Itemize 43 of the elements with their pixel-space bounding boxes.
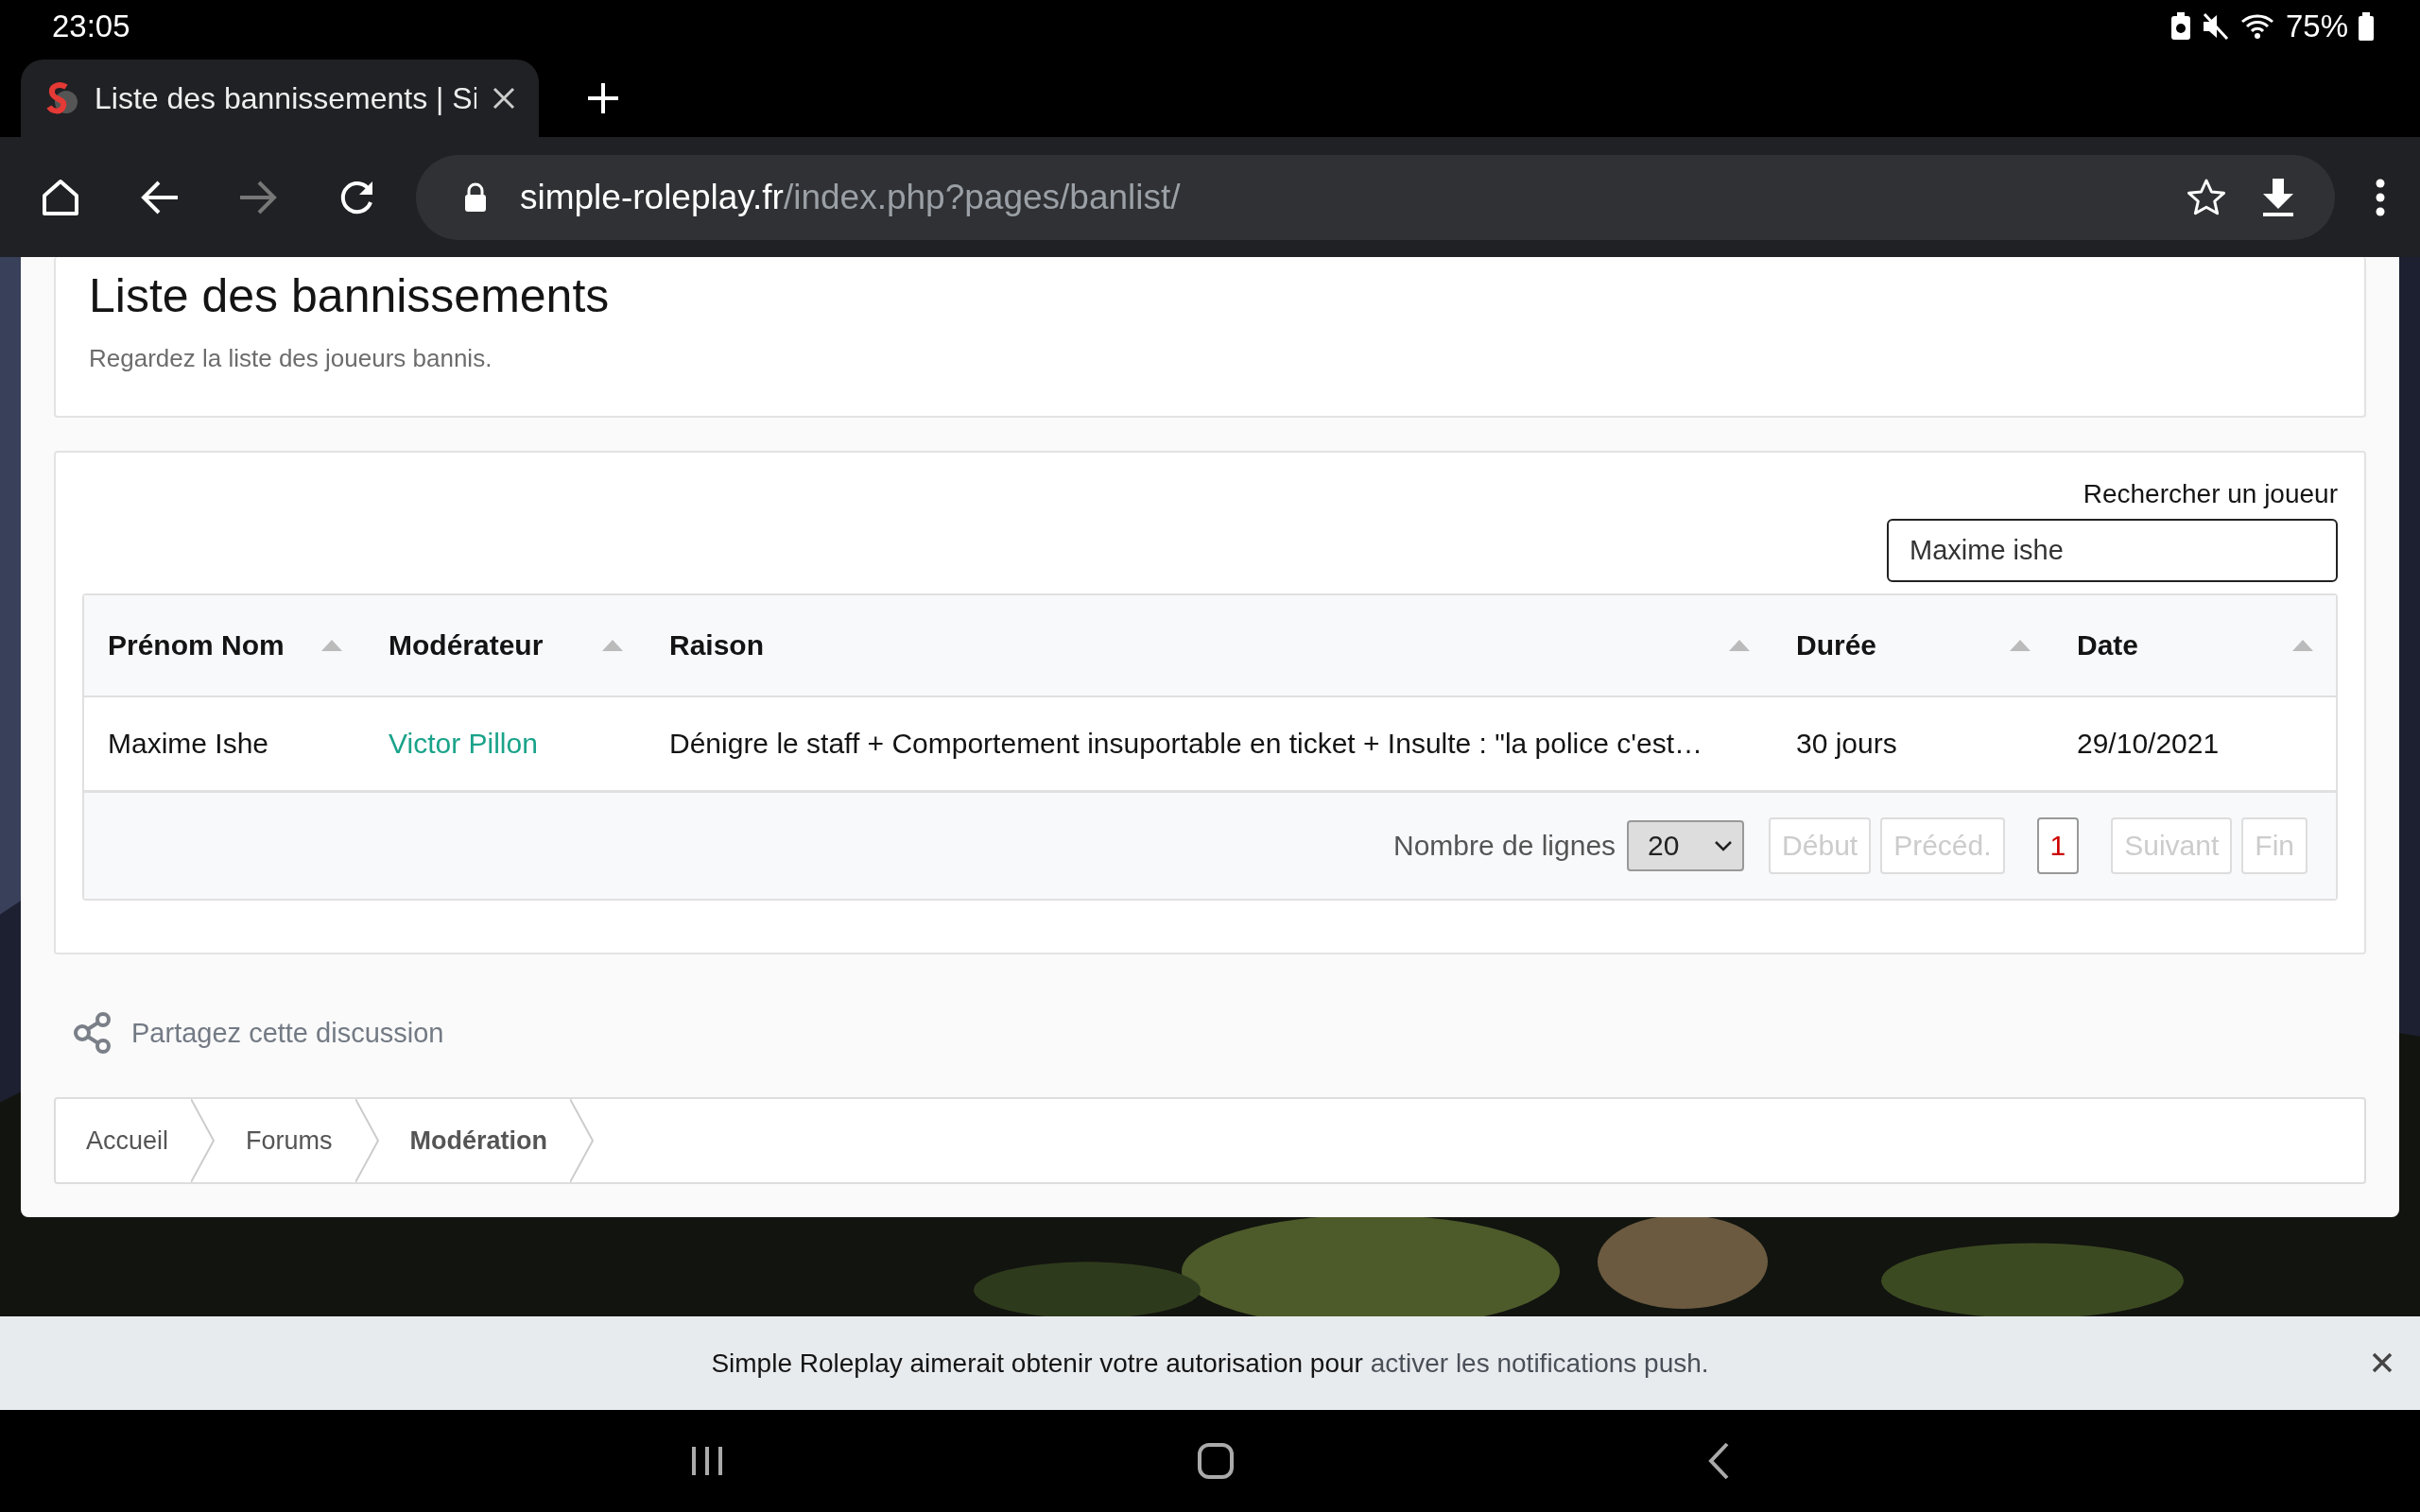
close-icon[interactable] bbox=[2371, 1351, 2394, 1374]
page-title: Liste des bannissements bbox=[89, 268, 611, 323]
new-tab-icon[interactable] bbox=[586, 81, 620, 115]
caret-icon bbox=[1714, 840, 1734, 851]
share-text[interactable]: Partagez cette discussion bbox=[131, 1017, 444, 1049]
rows-label: Nombre de lignes bbox=[1392, 830, 1616, 862]
back-icon[interactable] bbox=[1707, 1442, 1730, 1480]
column-header[interactable]: Date bbox=[2077, 629, 2139, 662]
menu-icon[interactable] bbox=[2375, 178, 2386, 216]
column-header[interactable]: Prénom Nom bbox=[108, 629, 285, 662]
battery-icon bbox=[2358, 11, 2375, 41]
rows-select[interactable]: 20 bbox=[1627, 820, 1745, 871]
url-text: simple-roleplay.fr/index.php?pages/banlist/ bbox=[520, 177, 1181, 217]
share-icon[interactable] bbox=[73, 1011, 112, 1055]
search-field[interactable]: Maxime ishe bbox=[1887, 519, 2338, 582]
battery-saver-icon bbox=[2169, 11, 2191, 41]
table-cell: 29/10/2021 bbox=[2077, 728, 2220, 760]
table-cell: Dénigre le staff + Comportement insuportable en ticket + Insulte : "la police c'est… bbox=[669, 728, 1703, 760]
battery-percent: 75% bbox=[2285, 8, 2348, 44]
chevron-separator-icon bbox=[354, 1099, 380, 1182]
chevron-separator-icon bbox=[570, 1099, 596, 1182]
breadcrumb-link[interactable]: Accueil bbox=[56, 1125, 192, 1156]
search-label: Rechercher un joueur bbox=[2083, 479, 2338, 509]
pagination-button[interactable]: 1 bbox=[2036, 817, 2080, 874]
column-header[interactable]: Raison bbox=[669, 629, 765, 662]
breadcrumb-link[interactable]: Modération bbox=[379, 1125, 571, 1156]
clock-time: 23:05 bbox=[52, 8, 130, 44]
page-subtitle: Regardez la liste des joueurs bannis. bbox=[89, 344, 493, 373]
table-cell: 30 jours bbox=[1796, 728, 1897, 760]
tab-title: Liste des bannissements | Si bbox=[95, 80, 476, 116]
browser-tab[interactable]: Liste des bannissements | Si bbox=[21, 60, 539, 137]
recent-apps-icon[interactable] bbox=[690, 1445, 724, 1477]
enable-notifications-link[interactable]: activer les notifications push. bbox=[1370, 1348, 1709, 1378]
site-favicon-icon bbox=[45, 81, 79, 115]
chevron-separator-icon bbox=[191, 1099, 216, 1182]
home-button-icon[interactable] bbox=[1197, 1442, 1235, 1480]
notification-text: Simple Roleplay aimerait obtenir votre autorisation pour activer les notifications push. bbox=[711, 1348, 1709, 1379]
breadcrumb-link[interactable]: Forums bbox=[216, 1125, 355, 1156]
column-header[interactable]: Durée bbox=[1796, 629, 1877, 662]
table-cell: Maxime Ishe bbox=[108, 728, 269, 760]
column-header[interactable]: Modérateur bbox=[389, 629, 544, 662]
address-bar[interactable]: simple-roleplay.fr/index.php?pages/banlist/ bbox=[416, 154, 2335, 240]
lock-icon bbox=[463, 181, 488, 213]
